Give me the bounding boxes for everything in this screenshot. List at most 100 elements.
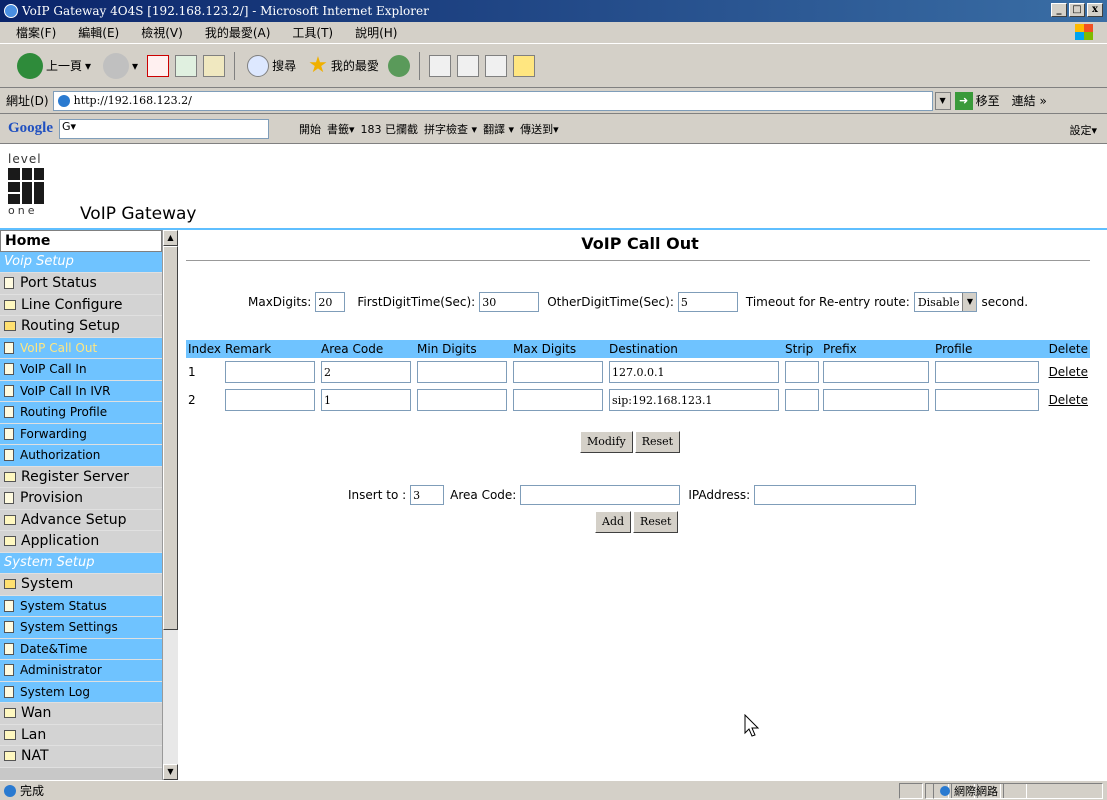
sidebar-item-routing-setup[interactable]: Routing Setup [0,316,162,338]
max-digits-cell-input[interactable] [513,361,604,383]
remark-input[interactable] [225,389,316,411]
google-logo[interactable]: Google [8,120,53,137]
ip-address-input[interactable] [754,485,917,505]
ip-address-label: IPAddress: [688,488,751,502]
sidebar-item-system[interactable]: System [0,574,162,596]
logo-blocks-icon [8,168,44,204]
menu-tools[interactable]: 工具(T) [284,24,341,41]
area-code-input[interactable] [321,361,412,383]
sidebar-item-authorization[interactable]: Authorization [0,445,162,467]
destination-input[interactable] [609,361,780,383]
sidebar-item-line-configure[interactable]: Line Configure [0,294,162,316]
prefix-input[interactable] [823,361,930,383]
google-start[interactable]: 開始 [299,121,321,137]
address-dropdown-icon[interactable]: ▼ [934,91,951,110]
area-code-input[interactable] [321,389,412,411]
min-digits-input[interactable] [417,361,508,383]
sidebar-item-wan[interactable]: Wan [0,703,162,725]
google-bookmarks[interactable]: 書籤▾ [327,121,355,137]
destination-input[interactable] [609,389,780,411]
profile-input[interactable] [935,389,1040,411]
maximize-button[interactable]: □ [1069,3,1085,17]
go-button[interactable]: ➜ 移至 [954,91,1000,110]
sidebar-item-system-log[interactable]: System Log [0,681,162,703]
sidebar-scrollbar[interactable]: ▲ ▼ [162,230,178,780]
insert-index-input[interactable] [410,485,445,505]
sidebar-home[interactable]: Home [0,230,162,252]
timeout-value: Disable [917,295,960,309]
status-bar: 完成 網際網路 [0,780,1107,800]
ie-icon [4,4,18,18]
google-sendto[interactable]: 傳送到▾ [520,121,559,137]
refresh-icon[interactable] [175,54,198,77]
google-translate[interactable]: 翻譯 ▾ [483,121,514,137]
stop-icon[interactable] [147,54,170,77]
edit-icon[interactable] [484,54,507,77]
insert-area-code-input[interactable] [520,485,681,505]
min-digits-input[interactable] [417,389,508,411]
sidebar-item-advance-setup[interactable]: Advance Setup [0,509,162,531]
print-icon[interactable] [456,54,479,77]
other-digit-input[interactable] [677,292,738,312]
status-panel [899,783,923,799]
sidebar-item-voip-call-out[interactable]: VoIP Call Out [0,337,162,359]
first-digit-input[interactable] [479,292,540,312]
sidebar-item-routing-profile[interactable]: Routing Profile [0,402,162,424]
sidebar-item-register-server[interactable]: Register Server [0,466,162,488]
menu-edit[interactable]: 編輯(E) [70,24,127,41]
menu-file[interactable]: 檔案(F) [8,24,64,41]
google-search-input[interactable]: G▾ [59,118,269,139]
remark-input[interactable] [225,361,316,383]
close-button[interactable]: x [1087,3,1103,17]
menu-view[interactable]: 檢視(V) [133,24,191,41]
home-icon[interactable] [203,54,226,77]
sidebar-item-system-settings[interactable]: System Settings [0,617,162,639]
delete-link[interactable]: Delete [1049,365,1088,379]
profile-input[interactable] [935,361,1040,383]
sidebar-item-provision[interactable]: Provision [0,488,162,510]
sidebar-item-lan[interactable]: Lan [0,724,162,746]
document-icon [4,685,14,698]
sidebar-item-system-status[interactable]: System Status [0,595,162,617]
notes-icon[interactable] [512,54,535,77]
sidebar-item-datetime[interactable]: Date&Time [0,638,162,660]
favorites-button[interactable]: ★ 我的最愛 [305,51,382,80]
links-button[interactable]: 連結 » [1012,92,1047,109]
google-popup-blocked[interactable]: 183 已攔截 [361,121,419,137]
prefix-input[interactable] [823,389,930,411]
media-icon[interactable] [387,54,410,77]
sidebar-item-forwarding[interactable]: Forwarding [0,423,162,445]
strip-input[interactable] [785,389,820,411]
search-button[interactable]: 搜尋 [244,53,299,79]
delete-link[interactable]: Delete [1049,393,1088,407]
sidebar-label: System Status [20,598,107,613]
sidebar-item-nat[interactable]: NAT [0,746,162,768]
minimize-button[interactable]: _ [1051,3,1067,17]
scroll-down-icon[interactable]: ▼ [163,764,178,780]
sidebar-item-administrator[interactable]: Administrator [0,660,162,682]
address-input[interactable]: http://192.168.123.2/ [52,90,933,111]
google-spellcheck[interactable]: 拼字檢查 ▾ [424,121,477,137]
modify-button[interactable]: Modify [580,431,633,453]
add-button[interactable]: Add [595,511,632,533]
timeout-select[interactable]: Disable ▼ [913,292,978,312]
sidebar-item-voip-call-in[interactable]: VoIP Call In [0,359,162,381]
mail-icon[interactable] [428,54,451,77]
menu-favorites[interactable]: 我的最愛(A) [197,24,279,41]
max-digits-cell-input[interactable] [513,389,604,411]
sidebar-item-voip-call-in-ivr[interactable]: VoIP Call In IVR [0,380,162,402]
reset-button[interactable]: Reset [634,431,681,453]
menu-help[interactable]: 說明(H) [347,24,405,41]
reset-insert-button[interactable]: Reset [633,511,679,533]
sidebar-item-port-status[interactable]: Port Status [0,273,162,295]
scroll-thumb[interactable] [163,246,178,630]
back-button[interactable]: 上一頁 ▾ [14,51,94,81]
max-digits-input[interactable] [315,292,346,312]
sidebar-item-application[interactable]: Application [0,531,162,553]
scroll-up-icon[interactable]: ▲ [163,230,178,246]
sidebar-label: Authorization [20,448,101,463]
google-settings[interactable]: 設定▾ [1069,122,1097,138]
document-icon [4,664,14,677]
forward-button[interactable]: ▾ [100,51,141,81]
strip-input[interactable] [785,361,820,383]
